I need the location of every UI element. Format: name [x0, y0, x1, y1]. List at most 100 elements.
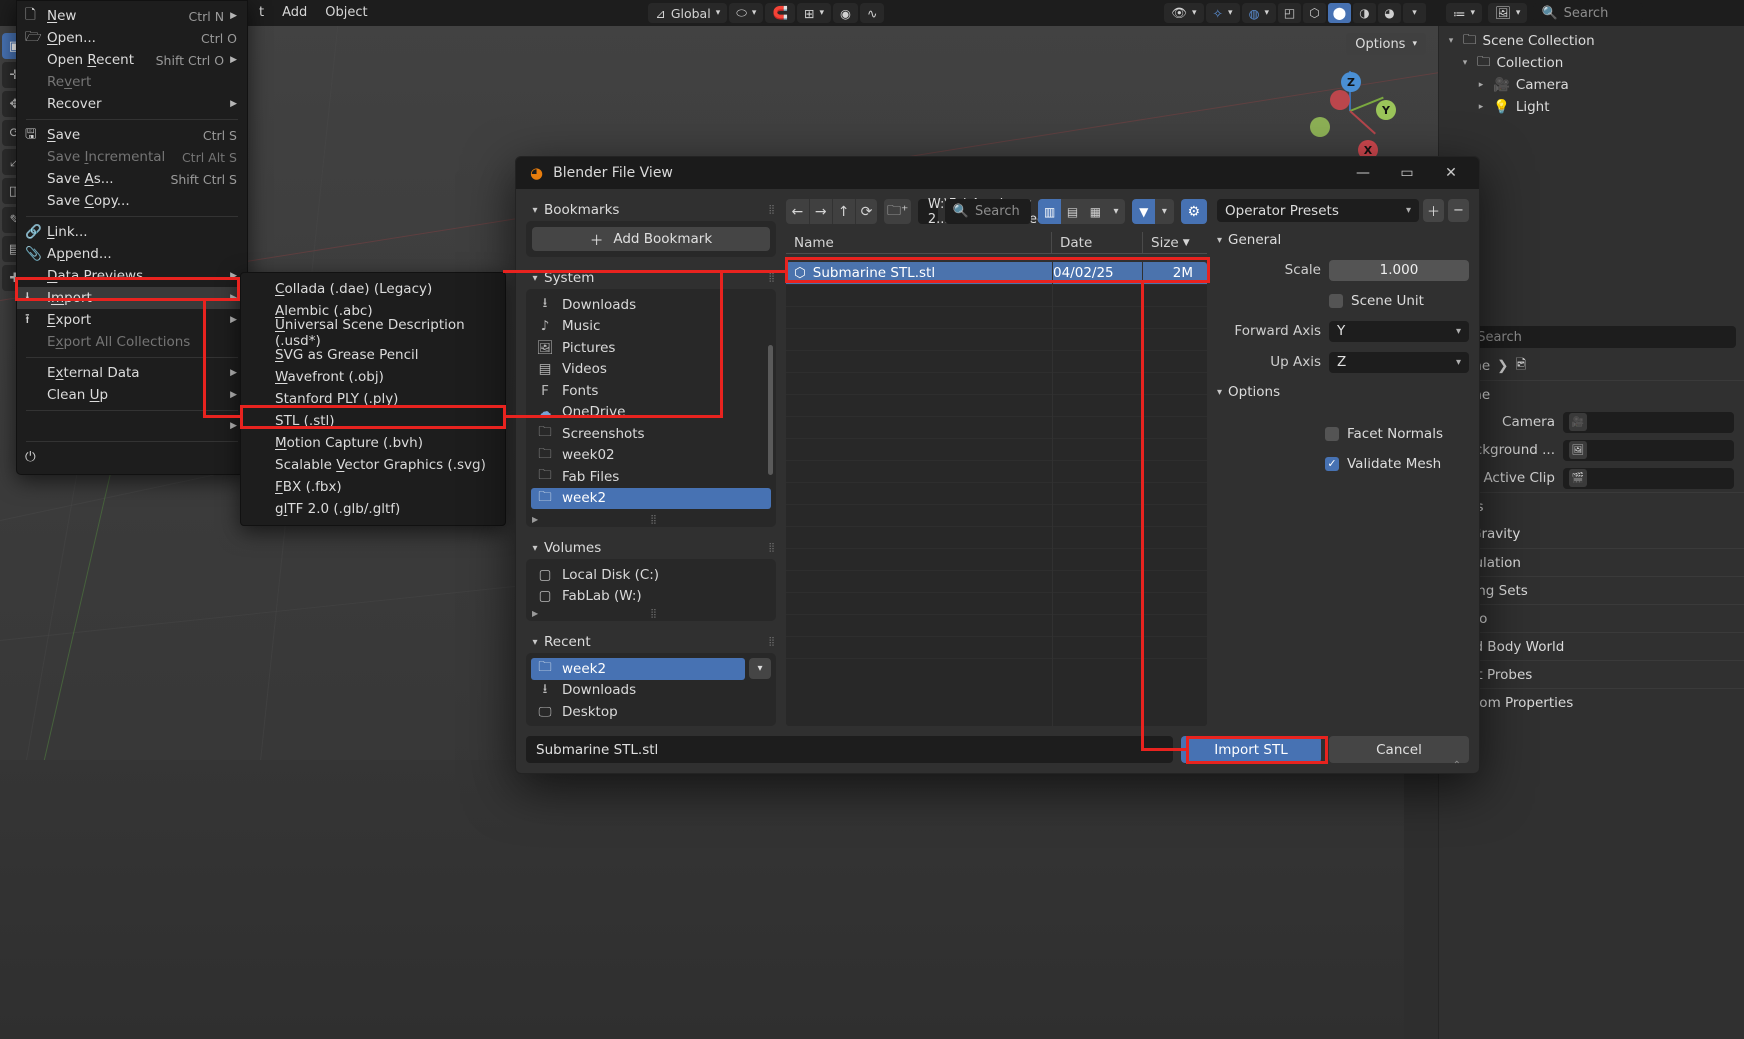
- recent-panel[interactable]: ▾ Recent ⣿ 🗀 week2 ▾ ⭳ Downloads 🖵 Deskt…: [526, 631, 776, 726]
- dialog-footer[interactable]: Submarine STL.stl Import STL Cancel: [516, 736, 1479, 773]
- system-panel[interactable]: ▾ System ⣿ ⭳ Downloads ♪ Music 🖼 Picture…: [526, 267, 776, 527]
- proportional-falloff-dropdown[interactable]: ∿: [859, 3, 885, 23]
- xray-toggle[interactable]: ◰: [1278, 3, 1302, 23]
- recent-item-week2[interactable]: 🗀 week2: [531, 658, 745, 680]
- path-input[interactable]: W:\FabAcademy 2...\docs\files\week2\: [917, 197, 1065, 227]
- gizmo-y-positive[interactable]: Y: [1376, 100, 1396, 120]
- system-item-fab-files[interactable]: 🗀 Fab Files: [531, 466, 771, 488]
- properties-search-input[interactable]: 🔍 Search: [1447, 326, 1736, 348]
- volumes-header[interactable]: ▾ Volumes ⣿: [526, 537, 776, 559]
- refresh-icon[interactable]: ⟳: [854, 199, 878, 224]
- chevron-down-icon[interactable]: ▾: [526, 205, 544, 216]
- system-item-music[interactable]: ♪ Music: [531, 316, 771, 338]
- system-list-scrollbar[interactable]: [768, 345, 773, 475]
- menu-item-export[interactable]: ⭱ Export ▶: [17, 309, 247, 331]
- outliner-item-camera[interactable]: ▸ 🎥 Camera: [1439, 74, 1744, 96]
- file-sidebar[interactable]: ▾ Bookmarks ⣿ ＋ Add Bookmark ▾ System ⣿: [526, 199, 776, 726]
- top-header-bar[interactable]: t Add Object ⊿ Global ▾ ⬭ ▾ 🧲 ⊞ ▾ ◉ ∿ 👁: [0, 0, 1744, 26]
- menu-item-defaults[interactable]: ▶: [17, 415, 247, 437]
- overlays-toggle[interactable]: ◍ ▾: [1241, 3, 1277, 23]
- chevron-down-icon[interactable]: ▾: [1217, 387, 1222, 398]
- up-axis-row[interactable]: Up Axis Z ▾: [1217, 350, 1469, 374]
- bookmarks-panel[interactable]: ▾ Bookmarks ⣿ ＋ Add Bookmark: [526, 199, 776, 257]
- recent-header[interactable]: ▾ Recent ⣿: [526, 631, 776, 653]
- operator-presets-row[interactable]: Operator Presets ▾ ＋ −: [1217, 199, 1469, 222]
- volumes-item-local-disk[interactable]: ▢ Local Disk (C:): [531, 564, 771, 586]
- menu-item-external-data[interactable]: External Data ▶: [17, 362, 247, 384]
- vertical-list-icon[interactable]: ▥: [1038, 199, 1062, 224]
- gizmo-toggle[interactable]: ✧ ▾: [1205, 3, 1240, 23]
- general-section-header[interactable]: ▾ General: [1217, 229, 1469, 251]
- properties-section-units[interactable]: Units: [1439, 492, 1744, 520]
- resize-handle-icon[interactable]: ⣿: [650, 515, 658, 525]
- outliner-editor-type[interactable]: ≔ ▾: [1446, 3, 1483, 23]
- menu-add[interactable]: Add: [273, 0, 316, 26]
- outliner-item-light[interactable]: ▸ 💡 Light: [1439, 96, 1744, 118]
- disclosure-triangle-icon[interactable]: ▾: [1459, 58, 1471, 68]
- add-bookmark-button[interactable]: ＋ Add Bookmark: [532, 227, 770, 251]
- system-item-pictures[interactable]: 🖼 Pictures: [531, 337, 771, 359]
- options-section-header[interactable]: ▾ Options: [1217, 381, 1469, 403]
- gizmo-y-negative[interactable]: [1310, 117, 1330, 137]
- column-header-date[interactable]: Date: [1052, 235, 1142, 251]
- import-submenu[interactable]: Collada (.dae) (Legacy) Alembic (.abc) U…: [240, 272, 506, 526]
- horizontal-list-icon[interactable]: ▤: [1061, 199, 1084, 224]
- chevron-down-icon[interactable]: ▾: [526, 273, 544, 284]
- menu-item-save-as[interactable]: Save As... Shift Ctrl S: [17, 168, 247, 190]
- system-item-downloads[interactable]: ⭳ Downloads: [531, 294, 771, 316]
- arrow-left-icon[interactable]: ←: [786, 199, 809, 224]
- facet-normals-row[interactable]: Facet Normals: [1217, 422, 1469, 445]
- up-axis-dropdown[interactable]: Z ▾: [1329, 351, 1469, 373]
- system-item-onedrive[interactable]: ☁ OneDrive: [531, 402, 771, 424]
- properties-section-rigid-body-world[interactable]: Rigid Body World: [1439, 632, 1744, 660]
- new-folder-icon[interactable]: 🗀⁺: [884, 199, 911, 224]
- outliner-display-mode[interactable]: 🖼 ▾: [1488, 3, 1528, 23]
- menu-item-data-previews[interactable]: Data Previews ▶: [17, 265, 247, 287]
- gear-icon[interactable]: ⚙: [1180, 199, 1207, 224]
- snap-toggle[interactable]: 🧲: [765, 3, 796, 23]
- menu-item-import[interactable]: ⭳ Import ▶: [17, 287, 247, 309]
- drag-handle-icon[interactable]: ⣿: [768, 205, 776, 214]
- validate-mesh-row[interactable]: ✓ Validate Mesh: [1217, 452, 1469, 475]
- menu-item-append[interactable]: 📎 Append...: [17, 243, 247, 265]
- volumes-panel[interactable]: ▾ Volumes ⣿ ▢ Local Disk (C:) ▢ FabLab (…: [526, 537, 776, 621]
- pivot-point-dropdown[interactable]: ⬭ ▾: [729, 3, 764, 23]
- properties-section-light-probes[interactable]: Light Probes: [1439, 660, 1744, 688]
- forward-axis-row[interactable]: Forward Axis Y ▾: [1217, 319, 1469, 343]
- visibility-dropdown[interactable]: 👁 ▾: [1164, 3, 1204, 23]
- menu-item-recover[interactable]: Recover ▶: [17, 93, 247, 115]
- snap-dropdown[interactable]: ⊞ ▾: [797, 3, 832, 23]
- import-stl-button[interactable]: Import STL: [1181, 736, 1321, 763]
- drag-handle-icon[interactable]: ⣿: [768, 637, 776, 646]
- file-nav-bar[interactable]: ← → ↑ ⟳ 🗀⁺ W:\FabAcademy 2...\docs\files…: [786, 197, 1207, 227]
- validate-mesh-checkbox[interactable]: ✓: [1325, 456, 1339, 471]
- disclosure-triangle-icon[interactable]: ▾: [1445, 36, 1457, 46]
- submenu-item-svg[interactable]: Scalable Vector Graphics (.svg): [241, 454, 505, 476]
- add-preset-button[interactable]: ＋: [1423, 199, 1444, 222]
- arrow-up-parent-icon[interactable]: ↑: [831, 199, 855, 224]
- chevron-down-icon[interactable]: ▾: [526, 543, 544, 554]
- disclosure-triangle-icon[interactable]: ▸: [1475, 102, 1487, 112]
- cancel-button[interactable]: Cancel: [1329, 736, 1469, 763]
- properties-section-simulation[interactable]: Simulation: [1439, 548, 1744, 576]
- filename-input[interactable]: Submarine STL.stl: [526, 736, 1173, 763]
- properties-section-custom-properties[interactable]: Custom Properties: [1439, 688, 1744, 716]
- shading-solid[interactable]: ⬤: [1328, 3, 1352, 23]
- properties-breadcrumb[interactable]: Scene ❯ 🖻: [1439, 352, 1744, 380]
- maximize-icon[interactable]: ▭: [1385, 157, 1429, 189]
- menu-item-save[interactable]: 🖫 Save Ctrl S: [17, 124, 247, 146]
- expand-triangle-icon[interactable]: ▶: [532, 515, 538, 524]
- active-clip-field[interactable]: 🎬: [1563, 467, 1734, 489]
- submenu-item-fbx[interactable]: FBX (.fbx): [241, 476, 505, 498]
- submenu-item-motion-capture-bvh[interactable]: Motion Capture (.bvh): [241, 432, 505, 454]
- expand-triangle-icon[interactable]: ▶: [532, 609, 538, 618]
- properties-section-keying-sets[interactable]: Keying Sets: [1439, 576, 1744, 604]
- drag-handle-icon[interactable]: ⣿: [768, 273, 776, 282]
- submenu-item-gltf[interactable]: glTF 2.0 (.glb/.gltf): [241, 498, 505, 520]
- menu-item-new[interactable]: 🗋 New Ctrl N ▶: [17, 5, 247, 27]
- submenu-item-stanford-ply[interactable]: Stanford PLY (.ply): [241, 388, 505, 410]
- thumbnail-grid-icon[interactable]: ▦: [1083, 199, 1107, 224]
- chevron-down-icon[interactable]: ▾: [1155, 199, 1174, 224]
- scene-unit-checkbox[interactable]: [1329, 293, 1343, 308]
- remove-preset-button[interactable]: −: [1448, 199, 1469, 222]
